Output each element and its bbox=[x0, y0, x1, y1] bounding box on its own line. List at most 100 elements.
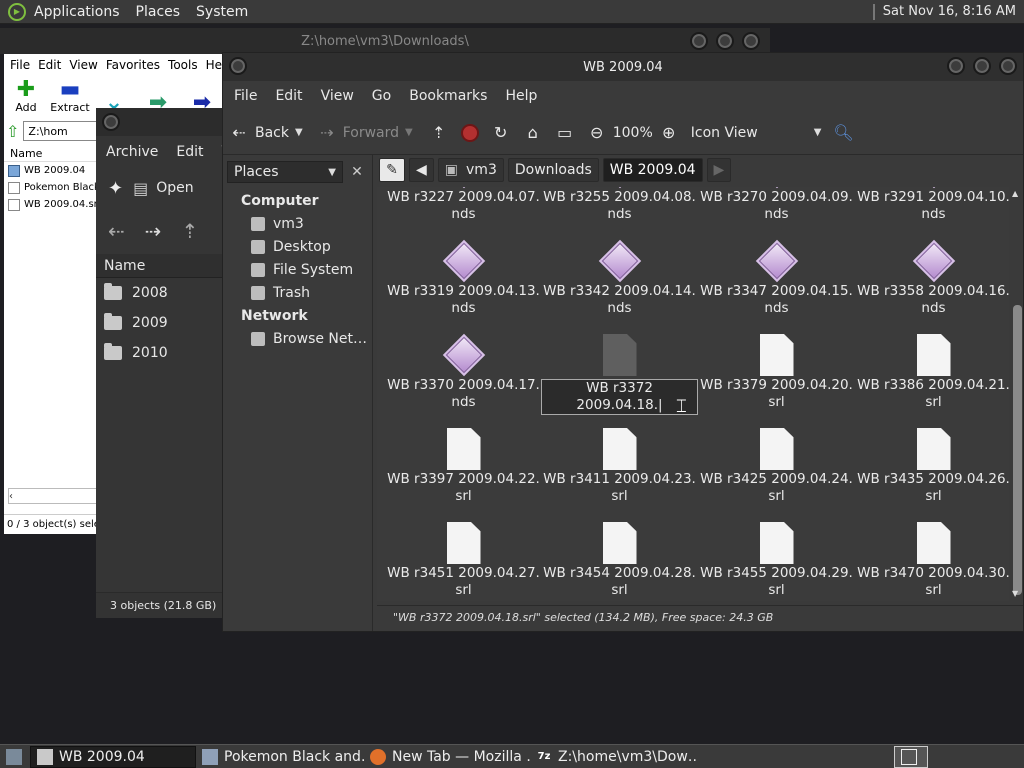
close-sidebar-icon[interactable]: ✕ bbox=[346, 161, 368, 183]
vertical-scrollbar[interactable]: ▲ ▼ bbox=[1011, 187, 1023, 601]
menu-places[interactable]: Places bbox=[128, 4, 189, 20]
file-item[interactable]: WB r3358 2009.04.16. nds bbox=[855, 237, 1009, 331]
window-menu-button[interactable] bbox=[102, 113, 120, 131]
back-arrow-icon[interactable]: ⇠ bbox=[108, 219, 125, 243]
forward-button[interactable]: ⇢ Forward bbox=[311, 118, 405, 148]
rename-field[interactable]: WB r3372 2009.04.18.| bbox=[541, 379, 698, 415]
edit-location-button[interactable]: ✎ bbox=[379, 158, 405, 182]
file-item[interactable]: WB r3411 2009.04.23. srl bbox=[541, 425, 698, 519]
zoom-out-icon[interactable]: ⊖ bbox=[587, 123, 607, 142]
breadcrumb-scroll-left[interactable]: ◀ bbox=[409, 158, 434, 182]
scroll-up-icon[interactable]: ▲ bbox=[1012, 189, 1018, 198]
zip-add-button[interactable]: ✚ Add bbox=[4, 76, 48, 116]
minimize-button[interactable] bbox=[947, 57, 965, 75]
menu-edit[interactable]: Edit bbox=[266, 88, 311, 104]
menu-file[interactable]: File bbox=[225, 88, 266, 104]
file-item[interactable]: WB r3435 2009.04.26. srl bbox=[855, 425, 1009, 519]
close-button[interactable] bbox=[999, 57, 1017, 75]
file-item-selected[interactable]: WB r3372 2009.04.18.| bbox=[541, 331, 698, 425]
breadcrumb-downloads[interactable]: Downloads bbox=[507, 158, 599, 182]
forward-history-dropdown-icon[interactable]: ▼ bbox=[405, 127, 423, 138]
computer-button[interactable]: ▭ bbox=[549, 118, 581, 148]
sidebar-item-trash[interactable]: Trash bbox=[223, 281, 372, 304]
sidebar-item-browse-network[interactable]: Browse Net… bbox=[223, 327, 372, 350]
file-item[interactable]: WB r3291 2009.04.10. nds bbox=[855, 187, 1009, 237]
file-item[interactable]: WB r3470 2009.04.30. srl bbox=[855, 519, 1009, 601]
stop-button[interactable] bbox=[455, 118, 485, 148]
task-wb-2009-04[interactable]: WB 2009.04 bbox=[30, 745, 196, 768]
task-firefox[interactable]: New Tab — Mozilla … bbox=[364, 746, 530, 768]
open-button[interactable]: ▤ Open bbox=[133, 179, 194, 198]
back-history-dropdown-icon[interactable]: ▼ bbox=[295, 127, 311, 138]
menu-system[interactable]: System bbox=[188, 4, 256, 20]
close-button[interactable] bbox=[742, 32, 760, 50]
file-item[interactable]: WB r3425 2009.04.24. srl bbox=[698, 425, 855, 519]
home-button[interactable]: ⌂ bbox=[517, 118, 549, 148]
forward-arrow-icon[interactable]: ⇢ bbox=[145, 219, 162, 243]
scrollbar-thumb[interactable] bbox=[1013, 305, 1022, 595]
reload-button[interactable]: ↻ bbox=[485, 118, 517, 148]
menu-bookmarks[interactable]: Bookmarks bbox=[400, 88, 496, 104]
list-item[interactable]: 2009 bbox=[96, 308, 228, 338]
breadcrumb-vm3[interactable]: ▣ vm3 bbox=[437, 158, 504, 182]
archive-menu-archive[interactable]: Archive bbox=[106, 144, 158, 160]
list-item[interactable]: 2008 bbox=[96, 278, 228, 308]
file-item[interactable]: WB r3319 2009.04.13. nds bbox=[385, 237, 542, 331]
distro-logo-icon[interactable]: ▶ bbox=[8, 2, 26, 21]
up-button[interactable]: ⇡ bbox=[423, 118, 455, 148]
zip-menu-favorites[interactable]: Favorites bbox=[102, 58, 164, 72]
scroll-down-icon[interactable]: ▼ bbox=[1012, 589, 1018, 598]
menu-view[interactable]: View bbox=[312, 88, 363, 104]
file-item[interactable]: WB r3455 2009.04.29. srl bbox=[698, 519, 855, 601]
breadcrumb-current[interactable]: WB 2009.04 bbox=[602, 158, 703, 182]
file-item[interactable]: WB r3347 2009.04.15. nds bbox=[698, 237, 855, 331]
task-pokemon-archive[interactable]: Pokemon Black and… bbox=[196, 746, 364, 768]
file-manager-titlebar[interactable]: WB 2009.04 bbox=[223, 53, 1023, 81]
workspace-switcher[interactable] bbox=[894, 745, 928, 768]
file-item[interactable]: WB r3379 2009.04.20. srl bbox=[698, 331, 855, 425]
maximize-button[interactable] bbox=[716, 32, 734, 50]
show-desktop-button[interactable] bbox=[0, 746, 30, 768]
up-arrow-icon[interactable]: ⇡ bbox=[182, 219, 199, 243]
new-archive-icon[interactable]: ✦ bbox=[108, 178, 123, 199]
search-button[interactable]: 🔍︎ bbox=[827, 118, 859, 148]
minimize-button[interactable] bbox=[690, 32, 708, 50]
file-item[interactable]: WB r3397 2009.04.22. srl bbox=[385, 425, 542, 519]
sidebar-item-vm3[interactable]: vm3 bbox=[223, 212, 372, 235]
zip-window-titlebar[interactable]: Z:\home\vm3\Downloads\ bbox=[0, 28, 770, 54]
clock[interactable]: Sat Nov 16, 8:16 AM bbox=[883, 4, 1016, 19]
file-item[interactable]: WB r3227 2009.04.07. nds bbox=[385, 187, 542, 237]
zip-menu-edit[interactable]: Edit bbox=[34, 58, 65, 72]
window-menu-button[interactable] bbox=[229, 57, 247, 75]
zip-menu-view[interactable]: View bbox=[65, 58, 101, 72]
archive-column-name[interactable]: Name bbox=[96, 254, 228, 278]
view-mode-select[interactable]: Icon View ▼ bbox=[685, 118, 828, 148]
zip-menu-tools[interactable]: Tools bbox=[164, 58, 202, 72]
file-item[interactable]: WB r3370 2009.04.17. nds bbox=[385, 331, 542, 425]
file-item[interactable]: WB r3386 2009.04.21. srl bbox=[855, 331, 1009, 425]
file-item[interactable]: WB r3255 2009.04.08. nds bbox=[541, 187, 698, 237]
back-button[interactable]: ⇠ Back bbox=[223, 118, 295, 148]
list-item[interactable]: 2010 bbox=[96, 338, 228, 368]
sidebar-item-filesystem[interactable]: File System bbox=[223, 258, 372, 281]
file-item[interactable]: WB r3451 2009.04.27. srl bbox=[385, 519, 542, 601]
file-item[interactable]: WB r3342 2009.04.14. nds bbox=[541, 237, 698, 331]
places-select[interactable]: Places ▼ bbox=[227, 161, 343, 183]
zoom-in-icon[interactable]: ⊕ bbox=[659, 123, 679, 142]
sidebar-item-desktop[interactable]: Desktop bbox=[223, 235, 372, 258]
archive-titlebar[interactable] bbox=[96, 108, 228, 136]
up-arrow-icon[interactable]: ⇧ bbox=[6, 122, 19, 141]
menu-applications[interactable]: Applications bbox=[26, 4, 128, 20]
icon-view[interactable]: WB r3227 2009.04.07. nds WB r3255 2009.04… bbox=[377, 187, 1009, 601]
task-7zip[interactable]: 7z Z:\home\vm3\Dow… bbox=[530, 746, 696, 768]
breadcrumb-scroll-right[interactable]: ▶ bbox=[706, 158, 732, 182]
scroll-left-icon[interactable]: ‹ bbox=[9, 491, 13, 502]
maximize-button[interactable] bbox=[973, 57, 991, 75]
file-item[interactable]: WB r3270 2009.04.09. nds bbox=[698, 187, 855, 237]
menu-help[interactable]: Help bbox=[496, 88, 546, 104]
archive-menu-edit[interactable]: Edit bbox=[176, 144, 203, 160]
file-item[interactable]: WB r3454 2009.04.28. srl bbox=[541, 519, 698, 601]
zip-extract-button[interactable]: ▬ Extract bbox=[48, 76, 92, 116]
menu-go[interactable]: Go bbox=[363, 88, 400, 104]
zip-menu-file[interactable]: File bbox=[6, 58, 34, 72]
